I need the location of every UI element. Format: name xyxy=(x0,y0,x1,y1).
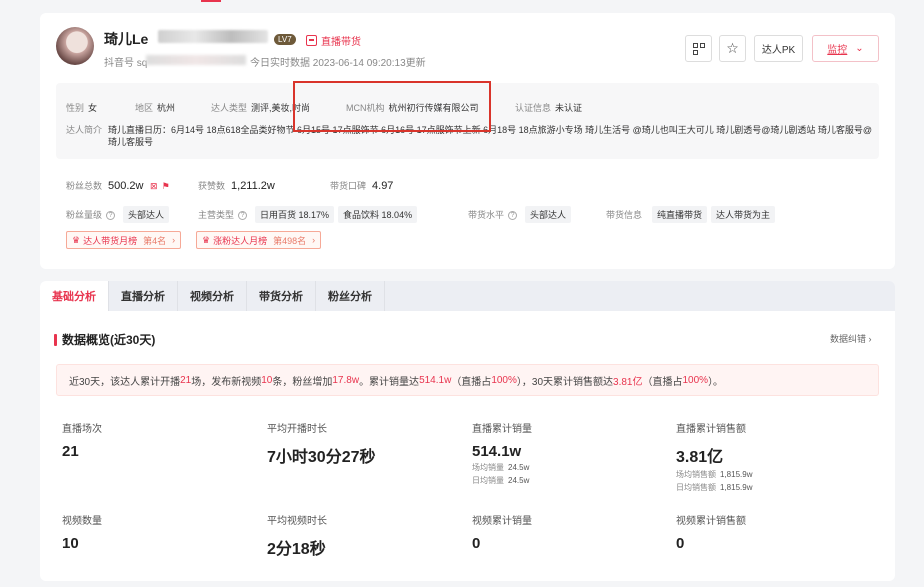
metric-live-gmv: 直播累计销售额 3.81亿 场均销售额 1,815.9w 日均销售额 1,815.9… xyxy=(676,424,753,492)
crown-icon: ♛ xyxy=(202,234,211,245)
chevron-right-icon: › xyxy=(868,334,872,344)
metric-avg-live-duration: 平均开播时长 7小时30分27秒 xyxy=(267,424,376,466)
flag-icon[interactable]: ⚑ xyxy=(162,181,170,191)
summary-banner: 近30天，该达人累计开播 21 场，发布新视频 10 条，粉丝增加 17.8w 。累计… xyxy=(56,364,879,396)
metric-video-sales: 视频累计销量 0 xyxy=(472,516,532,552)
star-icon: ☆ xyxy=(726,40,739,56)
metric-video-gmv: 视频累计销售额 0 xyxy=(676,516,746,552)
level-badge: LV7 xyxy=(274,34,296,45)
fans-total: 粉丝总数 500.2w ⊠ ⚑ xyxy=(66,180,170,192)
likes-total: 获赞数 1,211.2w xyxy=(198,180,275,192)
tab-video-analysis[interactable]: 视频分析 xyxy=(178,281,247,311)
chevron-right-icon: › xyxy=(172,235,176,245)
rank-badge-fans[interactable]: ♛ 涨粉达人月榜 第498名 › xyxy=(196,231,322,249)
chevron-down-icon: ⌄ xyxy=(855,43,864,54)
update-timestamp: 今日实时数据 2023-06-14 09:20:13更新 xyxy=(250,58,426,69)
live-sales-tag-label: 直播带货 xyxy=(321,37,361,48)
data-correction-link[interactable]: 数据纠错 › xyxy=(830,332,872,345)
help-icon[interactable]: ? xyxy=(238,211,248,221)
influencer-name: 琦儿Le xyxy=(104,31,149,47)
top-accent-mark xyxy=(201,0,221,2)
avatar[interactable] xyxy=(56,27,94,65)
chevron-right-icon: › xyxy=(312,235,316,245)
help-icon[interactable]: ? xyxy=(508,211,518,221)
metric-video-count: 视频数量 10 xyxy=(62,516,102,552)
section-title: 数据概览(近30天) xyxy=(54,331,155,348)
help-icon[interactable]: ? xyxy=(106,211,116,221)
redacted-id-mask xyxy=(146,55,246,65)
analysis-card: 基础分析 直播分析 视频分析 带货分析 粉丝分析 数据概览(近30天) 数据纠错… xyxy=(40,281,895,581)
gender-field: 性别女 xyxy=(66,103,98,113)
reputation-score: 带货口碑 4.97 xyxy=(330,180,394,192)
metric-live-sales: 直播累计销量 514.1w 场均销量 24.5w 日均销量 24.5w xyxy=(472,424,532,485)
region-field: 地区 杭州 xyxy=(135,103,176,113)
sales-info: 带货信息 纯直播带货 达人带货为主 xyxy=(606,206,776,223)
verify-field: 认证信息 未认证 xyxy=(515,103,583,113)
profile-card: 琦儿Le LV7 直播带货 抖音号 sq 今日实时数据 2023-06-14 0… xyxy=(40,13,895,269)
tab-sales-analysis[interactable]: 带货分析 xyxy=(247,281,316,311)
redacted-name-mask xyxy=(158,30,268,43)
pk-button[interactable]: 达人PK xyxy=(754,35,803,62)
douyin-id: 抖音号 sq xyxy=(104,58,148,69)
fans-level: 粉丝量级? 头部达人 xyxy=(66,206,170,223)
main-category: 主营类型? 日用百货 18.17% 食品饮料 18.04% xyxy=(198,206,418,223)
title-accent-bar xyxy=(54,333,57,346)
monitor-button[interactable]: 监控 ⌄ xyxy=(812,35,879,62)
live-sales-tag: 直播带货 xyxy=(306,33,361,48)
trend-chart-icon[interactable]: ⊠ xyxy=(150,181,158,191)
tab-fans-analysis[interactable]: 粉丝分析 xyxy=(316,281,385,311)
highlight-annotation-box xyxy=(293,81,491,132)
analysis-tabs: 基础分析 直播分析 视频分析 带货分析 粉丝分析 xyxy=(40,281,895,311)
qrcode-button[interactable] xyxy=(685,35,712,62)
monitor-label: 监控 xyxy=(827,45,848,56)
favorite-button[interactable]: ☆ xyxy=(719,35,746,62)
sales-level: 带货水平? 头部达人 xyxy=(468,206,572,223)
rank-badge-sales[interactable]: ♛ 达人带货月榜 第4名 › xyxy=(66,231,182,249)
metric-live-sessions: 直播场次 21 xyxy=(62,424,102,460)
metric-avg-video-duration: 平均视频时长 2分18秒 xyxy=(267,516,327,558)
live-icon xyxy=(306,35,317,46)
tab-basic-analysis[interactable]: 基础分析 xyxy=(40,281,109,311)
crown-icon: ♛ xyxy=(72,234,81,245)
qrcode-icon xyxy=(692,42,705,55)
tab-live-analysis[interactable]: 直播分析 xyxy=(109,281,178,311)
